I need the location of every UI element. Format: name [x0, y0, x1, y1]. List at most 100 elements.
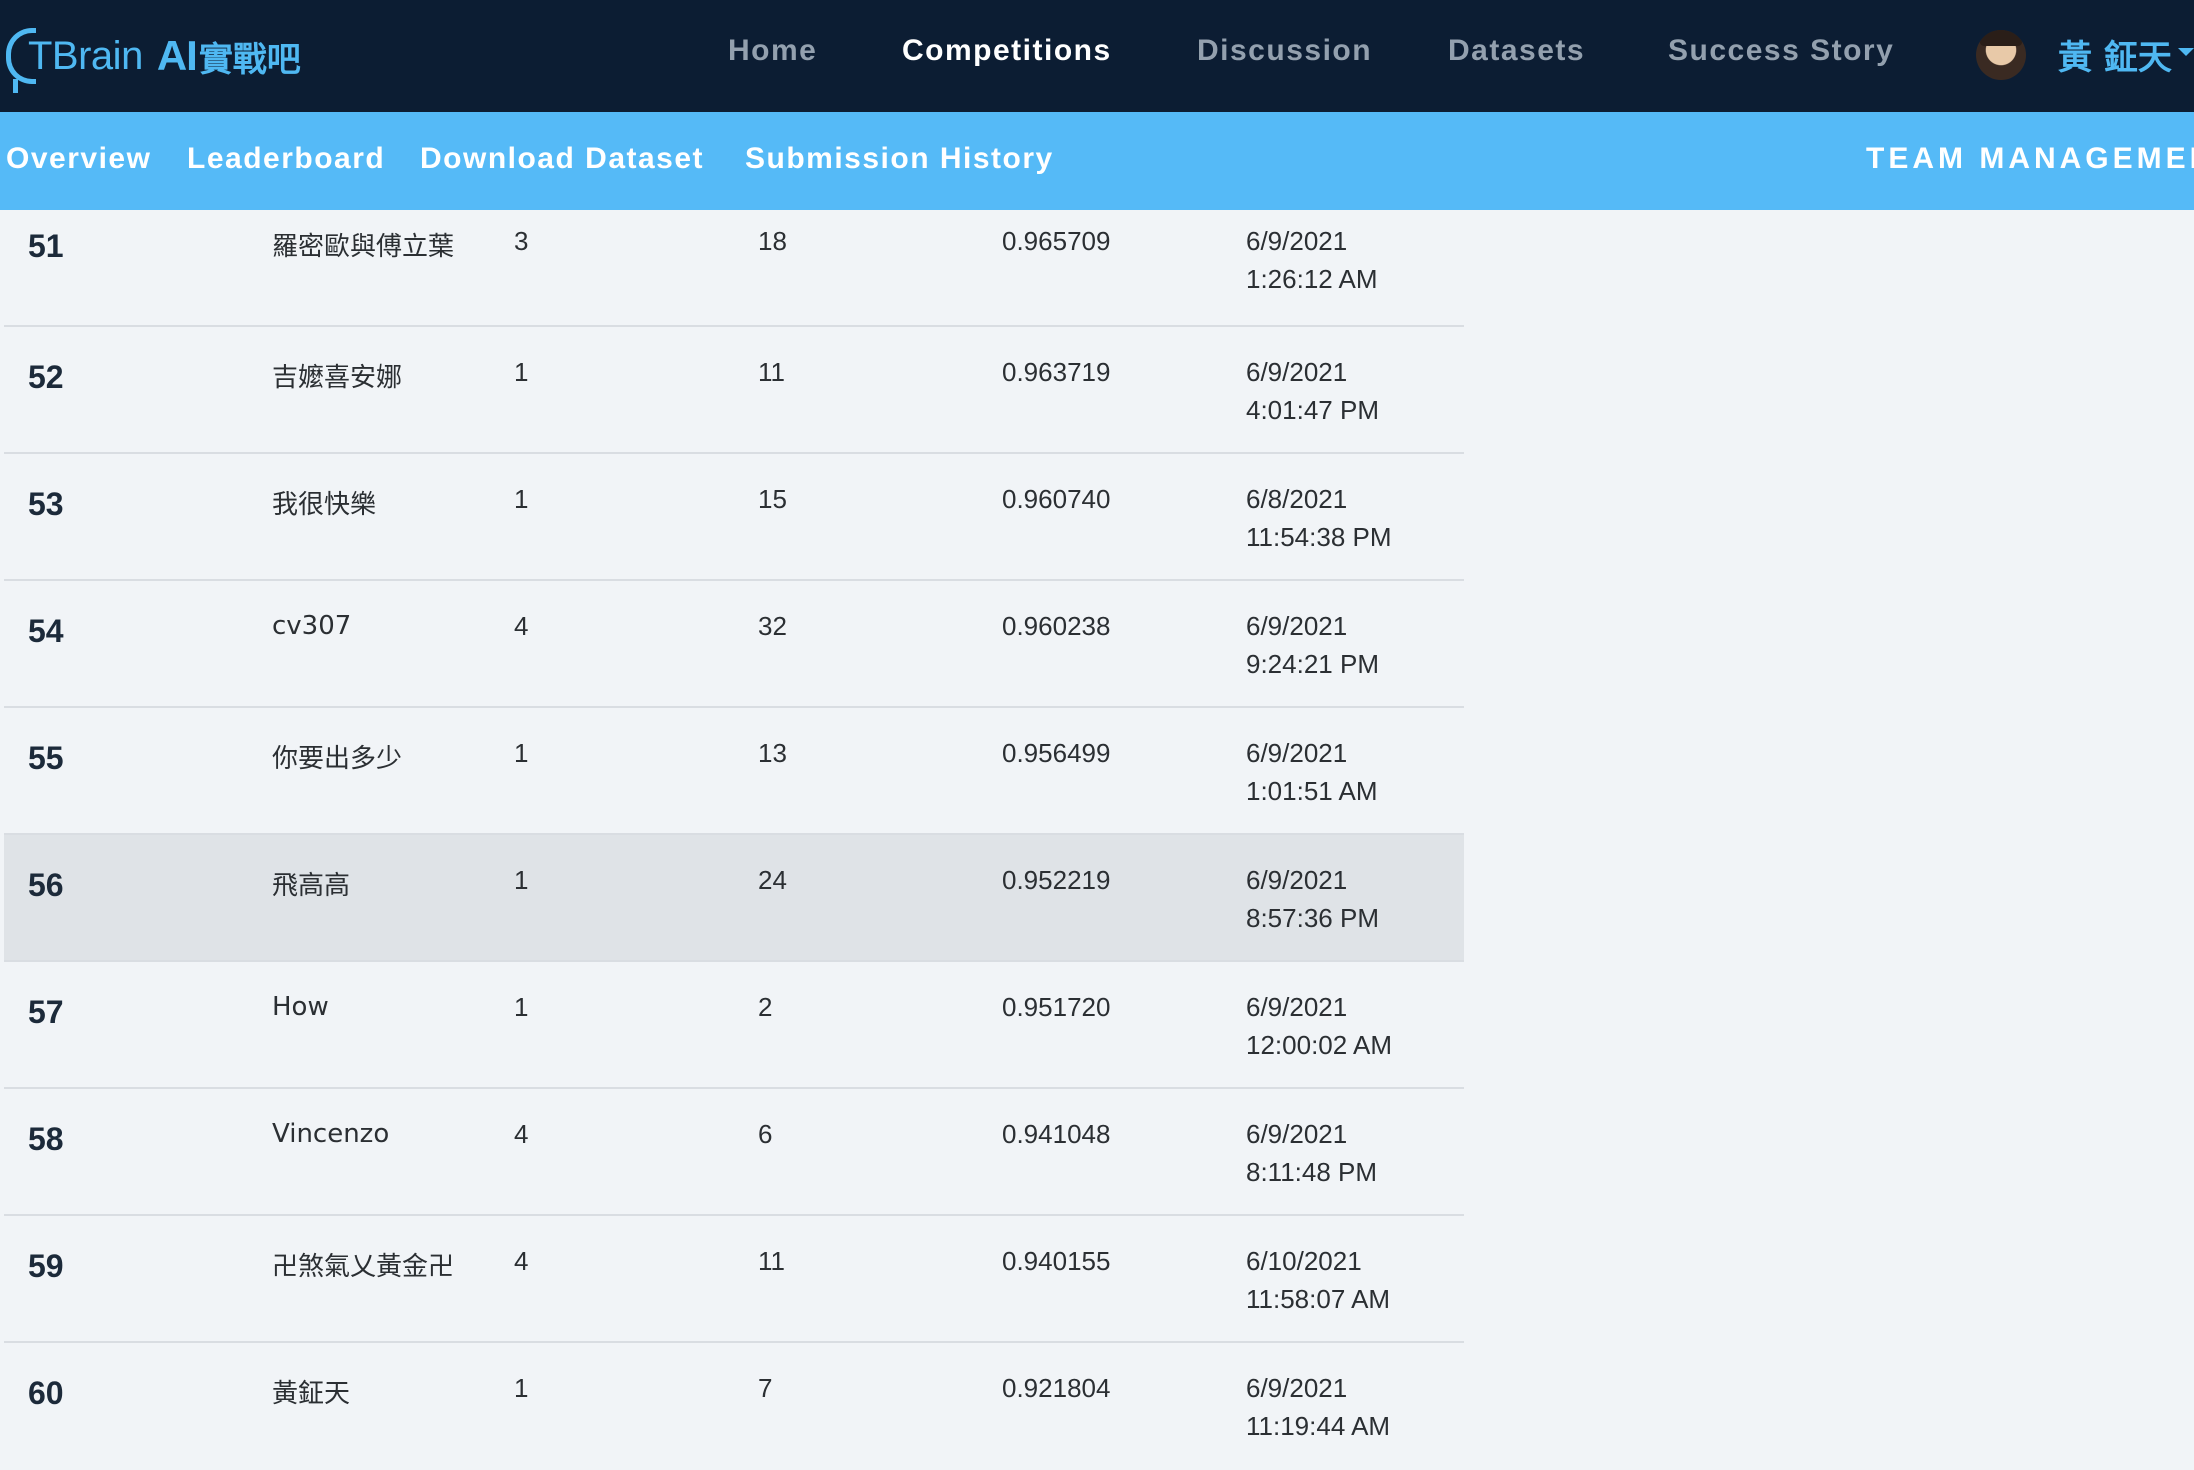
score-cell: 0.952219 — [1002, 865, 1111, 895]
score-cell: 0.941048 — [1002, 1119, 1111, 1149]
submission-time: 9:24:21 PM — [1246, 649, 1379, 679]
rank-cell: 60 — [28, 1375, 64, 1411]
table-row: 51 羅密歐與傅立葉 3 18 0.965709 6/9/2021 1:26:1… — [4, 210, 1464, 327]
score-cell: 0.960740 — [1002, 484, 1111, 514]
entries-cell: 32 — [758, 611, 787, 641]
members-cell: 1 — [514, 484, 529, 514]
team-name-cell: 你要出多少 — [272, 744, 403, 774]
submission-time: 4:01:47 PM — [1246, 395, 1379, 425]
rank-cell: 54 — [28, 613, 64, 649]
tab-leaderboard[interactable]: Leaderboard — [187, 142, 385, 176]
rank-cell: 56 — [28, 867, 64, 903]
members-cell: 4 — [514, 1246, 529, 1276]
rank-cell: 59 — [28, 1248, 64, 1284]
table-row: 59 卍煞氣乂黃金卍 4 11 0.940155 6/10/2021 11:58… — [4, 1216, 1464, 1343]
nav-discussion-link[interactable]: Discussion — [1197, 34, 1372, 68]
submission-time: 11:19:44 AM — [1246, 1411, 1391, 1441]
chevron-down-icon[interactable] — [2178, 48, 2194, 56]
tab-download-dataset[interactable]: Download Dataset — [420, 142, 704, 176]
last-submission-cell: 6/8/2021 11:54:38 PM — [1246, 480, 1392, 556]
table-row: 60 黃鉦天 1 7 0.921804 6/9/2021 11:19:44 AM — [4, 1343, 1464, 1470]
members-cell: 1 — [514, 865, 529, 895]
tab-submission-history[interactable]: Submission History — [745, 142, 1054, 176]
score-cell: 0.960238 — [1002, 611, 1111, 641]
submission-time: 1:01:51 AM — [1246, 776, 1378, 806]
user-name-dropdown[interactable]: 黃 鉦天 — [2058, 30, 2172, 79]
logo-mark-icon — [6, 28, 36, 93]
logo-zh-text: 實戰吧 — [198, 39, 301, 80]
competition-subnav: Overview Leaderboard Download Dataset Su… — [0, 112, 2194, 210]
submission-date: 6/9/2021 — [1246, 992, 1348, 1022]
leaderboard-table: 51 羅密歐與傅立葉 3 18 0.965709 6/9/2021 1:26:1… — [4, 210, 1464, 1470]
submission-date: 6/9/2021 — [1246, 611, 1348, 641]
last-submission-cell: 6/9/2021 1:01:51 AM — [1246, 734, 1378, 810]
entries-cell: 2 — [758, 992, 773, 1022]
table-row: 52 吉嬤喜安娜 1 11 0.963719 6/9/2021 4:01:47 … — [4, 327, 1464, 454]
submission-date: 6/9/2021 — [1246, 1373, 1348, 1403]
submission-date: 6/9/2021 — [1246, 226, 1348, 256]
team-name-cell: 飛高高 — [272, 871, 351, 901]
score-cell: 0.951720 — [1002, 992, 1111, 1022]
last-submission-cell: 6/10/2021 11:58:07 AM — [1246, 1242, 1390, 1318]
team-management-link[interactable]: TEAM MANAGEMENT — [1866, 142, 2194, 176]
submission-time: 11:58:07 AM — [1246, 1284, 1391, 1314]
logo-text: TBrain — [28, 33, 143, 78]
user-avatar[interactable] — [1976, 30, 2026, 80]
submission-date: 6/9/2021 — [1246, 1119, 1348, 1149]
last-submission-cell: 6/9/2021 8:57:36 PM — [1246, 861, 1379, 937]
entries-cell: 24 — [758, 865, 787, 895]
top-navbar: TBrain AI 實戰吧 Home Competitions Discussi… — [0, 0, 2194, 112]
team-name-cell: 卍煞氣乂黃金卍 — [272, 1252, 455, 1282]
score-cell: 0.956499 — [1002, 738, 1111, 768]
rank-cell: 51 — [28, 228, 64, 264]
last-submission-cell: 6/9/2021 12:00:02 AM — [1246, 988, 1392, 1064]
submission-time: 12:00:02 AM — [1246, 1030, 1392, 1060]
last-submission-cell: 6/9/2021 8:11:48 PM — [1246, 1115, 1377, 1191]
nav-success-story-link[interactable]: Success Story — [1668, 34, 1894, 68]
nav-datasets-link[interactable]: Datasets — [1448, 34, 1585, 68]
table-row: 53 我很快樂 1 15 0.960740 6/8/2021 11:54:38 … — [4, 454, 1464, 581]
team-name-cell: Vincenzo — [272, 1119, 390, 1149]
last-submission-cell: 6/9/2021 9:24:21 PM — [1246, 607, 1379, 683]
table-row: 55 你要出多少 1 13 0.956499 6/9/2021 1:01:51 … — [4, 708, 1464, 835]
rank-cell: 52 — [28, 359, 64, 395]
submission-time: 8:11:48 PM — [1246, 1157, 1378, 1187]
team-name-cell: 黃鉦天 — [272, 1379, 351, 1409]
team-name-cell: 我很快樂 — [272, 490, 377, 520]
rank-cell: 55 — [28, 740, 64, 776]
members-cell: 4 — [514, 1119, 529, 1149]
members-cell: 4 — [514, 611, 529, 641]
nav-home-link[interactable]: Home — [728, 34, 817, 68]
table-row: 57 How 1 2 0.951720 6/9/2021 12:00:02 AM — [4, 962, 1464, 1089]
table-row: 56 飛高高 1 24 0.952219 6/9/2021 8:57:36 PM — [4, 835, 1464, 962]
last-submission-cell: 6/9/2021 4:01:47 PM — [1246, 353, 1379, 429]
entries-cell: 15 — [758, 484, 787, 514]
team-name-cell: 羅密歐與傅立葉 — [272, 232, 455, 262]
submission-date: 6/9/2021 — [1246, 738, 1348, 768]
tbrain-logo[interactable]: TBrain AI 實戰吧 — [6, 26, 301, 93]
nav-competitions-link[interactable]: Competitions — [902, 34, 1112, 68]
entries-cell: 11 — [758, 357, 785, 387]
rank-cell: 58 — [28, 1121, 64, 1157]
entries-cell: 13 — [758, 738, 787, 768]
entries-cell: 18 — [758, 226, 787, 256]
rank-cell: 57 — [28, 994, 64, 1030]
logo-ai-text: AI — [156, 32, 198, 79]
entries-cell: 7 — [758, 1373, 773, 1403]
last-submission-cell: 6/9/2021 1:26:12 AM — [1246, 222, 1378, 298]
submission-date: 6/10/2021 — [1246, 1246, 1362, 1276]
team-name-cell: 吉嬤喜安娜 — [272, 363, 403, 393]
submission-time: 8:57:36 PM — [1246, 903, 1379, 933]
members-cell: 1 — [514, 1373, 529, 1403]
submission-date: 6/8/2021 — [1246, 484, 1348, 514]
submission-date: 6/9/2021 — [1246, 357, 1348, 387]
members-cell: 1 — [514, 992, 529, 1022]
entries-cell: 6 — [758, 1119, 773, 1149]
score-cell: 0.921804 — [1002, 1373, 1111, 1403]
tab-overview[interactable]: Overview — [6, 142, 151, 176]
table-row: 58 Vincenzo 4 6 0.941048 6/9/2021 8:11:4… — [4, 1089, 1464, 1216]
members-cell: 1 — [514, 738, 529, 768]
score-cell: 0.965709 — [1002, 226, 1111, 256]
team-name-cell: How — [272, 992, 329, 1022]
score-cell: 0.963719 — [1002, 357, 1111, 387]
